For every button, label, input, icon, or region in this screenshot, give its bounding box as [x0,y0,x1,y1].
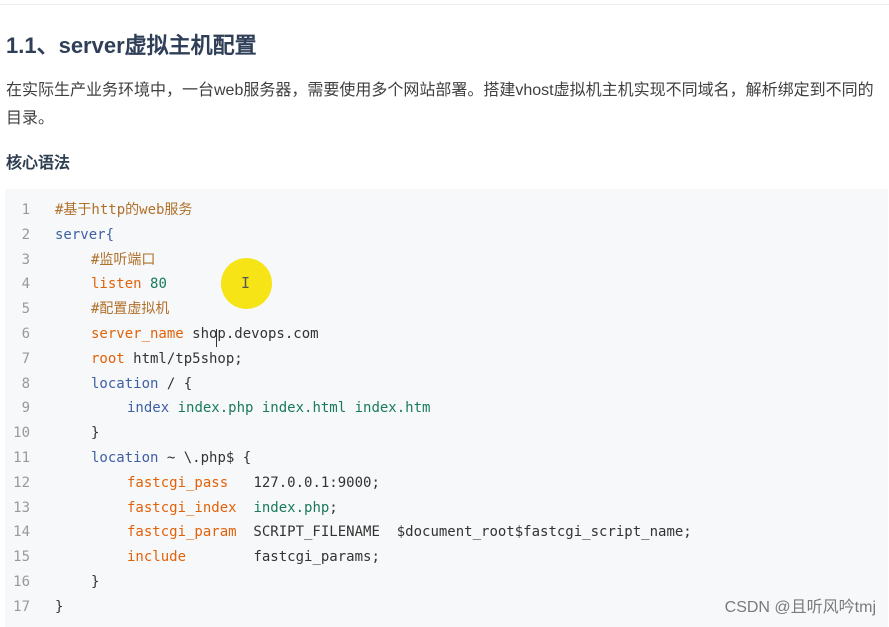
code-token: server{ [55,226,115,243]
code-line: 4 listen 80 [5,272,167,297]
code-token: index.php [253,499,330,516]
code-token: } [55,598,64,615]
text-cursor-icon: I [241,274,251,292]
line-number: 12 [13,474,30,491]
line-number: 14 [13,524,30,541]
line-number: 4 [21,276,30,293]
code-token: include [127,549,187,566]
code-line: 5 #配置虚拟机 [5,297,170,322]
code-text: fastcgi_pass 127.0.0.1:9000; [55,475,380,491]
code-token: location [91,375,159,392]
code-text: include fastcgi_params; [55,549,380,565]
code-token: fastcgi_pass [127,474,229,491]
code-token: location [91,450,159,466]
code-token: #配置虚拟机 [91,301,170,318]
code-token: ; [329,499,338,516]
code-line: 8 location / { [5,372,193,397]
code-token: html/tp5shop; [124,350,243,367]
line-number: 7 [21,350,30,367]
line-number: 3 [21,251,30,268]
code-line: 10} [5,421,99,446]
code-token: / { [158,375,193,392]
code-line: 15 include fastcgi_params; [5,545,380,570]
code-text: server{ [55,227,114,243]
code-token: 80 [150,276,167,293]
code-token: index.php index.html index.htm [177,400,431,417]
code-token: fastcgi_params; [186,549,380,566]
code-block[interactable]: 1 #基于http的web服务 2 server{ 3 #监听端口 4 listen 80 5 #… [5,189,888,627]
code-token: #基于http的web服务 [55,202,193,218]
code-token: listen [91,276,142,293]
line-number: 11 [13,450,30,466]
line-number: 1 [21,202,30,218]
code-token: shop.devops.com [183,326,319,342]
line-number: 8 [21,375,30,392]
code-text: } [55,599,63,615]
code-line: 13 fastcgi_index index.php; [5,496,338,521]
code-text: } [55,574,99,590]
text-caret [216,329,217,347]
watermark: CSDN @且听风吟tmj [724,599,876,616]
code-line: 7 root html/tp5shop; [5,347,243,372]
line-number: 5 [21,301,30,318]
intro-paragraph: 在实际生产业务环境中，一台web服务器，需要使用多个网站部署。搭建vhost虚拟… [6,82,874,127]
section-heading: 1.1、server虚拟主机配置 [6,33,257,58]
code-text: #配置虚拟机 [55,301,169,317]
line-number: 6 [21,326,30,342]
subheading-core-syntax: 核心语法 [6,155,71,172]
code-token: 127.0.0.1:9000; [228,474,380,491]
line-number: 17 [13,598,30,615]
top-divider [0,4,889,5]
line-number: 16 [13,574,30,590]
line-number: 2 [21,226,30,243]
code-token: #监听端口 [91,251,156,268]
code-text: #基于http的web服务 [55,202,192,218]
code-text: #监听端口 [55,252,155,268]
code-line: 17} [5,595,63,620]
line-number: 15 [13,549,30,566]
code-token: fastcgi_param [127,524,237,541]
code-token: index [127,400,170,417]
code-line: 16} [5,570,99,595]
code-token: fastcgi_index [127,499,237,516]
code-text: } [55,425,99,441]
code-line: 11 location ~ \.php$ { [5,446,251,471]
code-token: } [91,425,100,442]
code-text: root html/tp5shop; [55,351,243,367]
line-number: 10 [13,425,30,442]
code-text: location ~ \.php$ { [55,450,251,466]
code-text: index index.php index.html index.htm [55,400,430,416]
code-line: 6 server_name shop.devops.com [5,322,319,347]
code-line: 9 index index.php index.html index.htm [5,396,431,421]
code-text: fastcgi_index index.php; [55,500,338,516]
code-line: 14 fastcgi_param SCRIPT_FILENAME $documen… [5,520,692,545]
line-number: 9 [21,400,30,417]
code-line: 1 #基于http的web服务 [5,198,193,223]
code-token: ~ \.php$ { [158,450,252,466]
code-line: 12 fastcgi_pass 127.0.0.1:9000; [5,471,380,496]
code-token: root [91,350,125,367]
code-token: server_name [91,326,184,342]
code-text: fastcgi_param SCRIPT_FILENAME $document_… [55,524,692,540]
code-token: } [91,574,100,590]
code-token: SCRIPT_FILENAME $document_root$fastcgi_s… [236,524,692,541]
code-text: server_name shop.devops.com [55,326,319,342]
code-line: 3 #监听端口 [5,248,156,273]
code-text: listen 80 [55,276,167,292]
code-text: location / { [55,376,192,392]
line-number: 13 [13,499,30,516]
code-line: 2 server{ [5,223,114,248]
